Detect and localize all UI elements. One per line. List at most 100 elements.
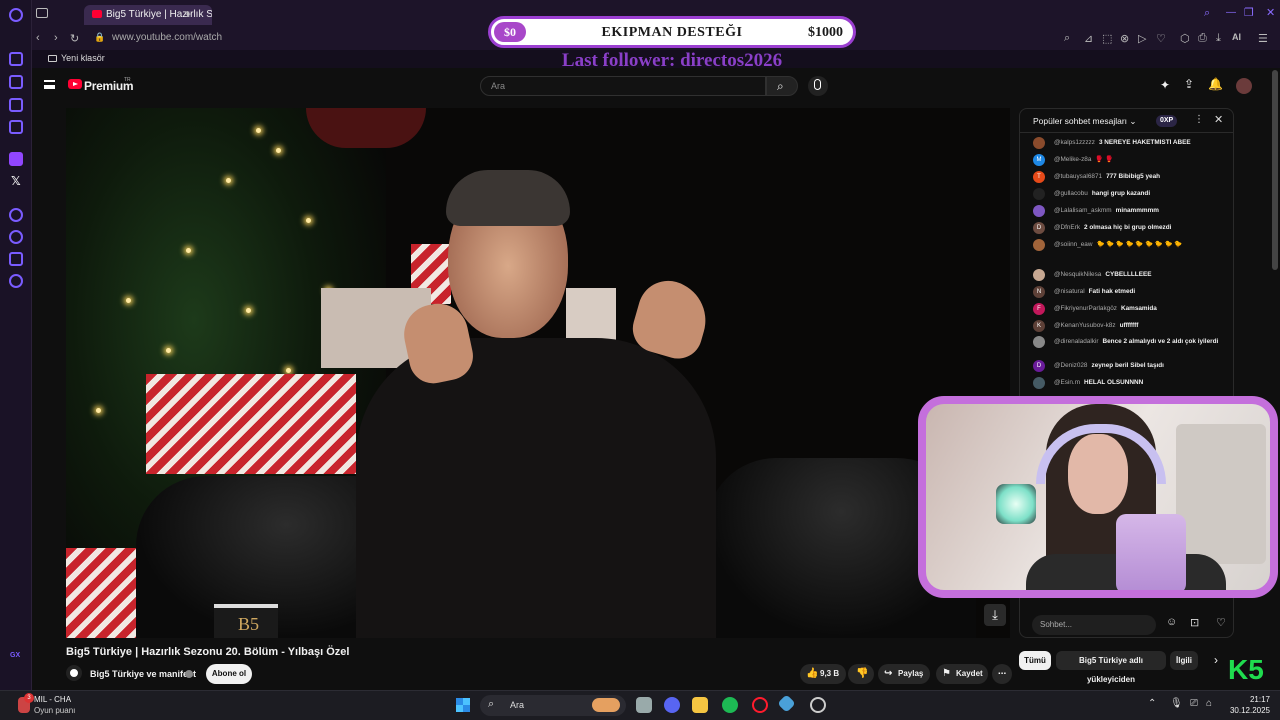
wallet-icon[interactable]: ⎙ xyxy=(1198,32,1207,45)
heart-icon[interactable]: ♡ xyxy=(1156,32,1166,45)
video-download-icon[interactable]: ⤓ xyxy=(984,604,1006,626)
share-button[interactable]: ↪ Paylaş xyxy=(878,664,930,684)
chat-username[interactable]: @kalps1zzzzz xyxy=(1054,139,1095,146)
easy-setup-icon[interactable]: ☰ xyxy=(1258,32,1268,45)
chat-avatar[interactable]: M xyxy=(1033,154,1045,166)
chat-username[interactable]: @tubauysal6871 xyxy=(1054,173,1102,180)
chat-username[interactable]: @NesquikNilesa xyxy=(1054,271,1101,278)
tab-menu-icon[interactable] xyxy=(36,8,48,18)
download-icon[interactable]: ⤓ xyxy=(1216,32,1221,45)
play-icon[interactable]: ▷ xyxy=(1138,32,1146,45)
chat-username[interactable]: @Deniz028 xyxy=(1054,362,1088,369)
chat-avatar[interactable]: D xyxy=(1033,360,1045,372)
chat-username[interactable]: @Esin.m xyxy=(1054,379,1080,386)
page-scrollbar[interactable] xyxy=(1272,70,1278,270)
close-window-button[interactable]: ✕ xyxy=(1266,6,1275,19)
spotify-icon[interactable] xyxy=(722,697,738,713)
chat-avatar[interactable] xyxy=(1033,377,1045,389)
cast-icon[interactable]: ✦ xyxy=(1160,78,1170,92)
hamburger-menu-icon[interactable] xyxy=(44,80,55,89)
chip-related[interactable]: İlgili xyxy=(1170,651,1198,670)
chat-more-icon[interactable]: ⋮ xyxy=(1194,114,1204,125)
chat-username[interactable]: @KenanYusubov-k8z xyxy=(1054,322,1116,329)
chat-avatar[interactable]: K xyxy=(1033,320,1045,332)
xp-badge[interactable]: 0XP xyxy=(1156,115,1178,127)
pin-icon[interactable]: ⊿ xyxy=(1084,32,1093,45)
url-field[interactable]: www.youtube.com/watch xyxy=(112,32,222,43)
aria-icon[interactable] xyxy=(9,52,23,66)
chevron-right-icon[interactable]: › xyxy=(1214,653,1218,667)
minimize-button[interactable]: — xyxy=(1226,7,1236,18)
super-chat-icon[interactable]: ⊡ xyxy=(1190,616,1199,629)
search-tabs-icon[interactable]: ⌕ xyxy=(1204,7,1210,20)
upload-icon[interactable]: ⇪ xyxy=(1184,77,1194,91)
youtube-logo-icon[interactable] xyxy=(68,79,82,89)
like-button[interactable]: 👍 9,3 B xyxy=(800,664,846,684)
notifications-icon[interactable]: 🔔 xyxy=(1208,77,1223,91)
search-button[interactable]: ⌕ xyxy=(766,76,798,96)
app-icon[interactable] xyxy=(777,694,796,713)
sports-widget-icon[interactable]: 3 xyxy=(18,693,34,713)
new-tab-button[interactable]: + xyxy=(184,7,191,21)
tab-active[interactable]: Big5 Türkiye | Hazırlık S xyxy=(84,5,212,25)
chip-uploader[interactable]: Big5 Türkiye adlı yükleyiciden xyxy=(1056,651,1166,684)
maximize-button[interactable]: ❐ xyxy=(1244,6,1254,19)
chat-avatar[interactable] xyxy=(1033,205,1045,217)
chat-avatar[interactable]: T xyxy=(1033,171,1045,183)
bookmark-folder[interactable]: Yeni klasör xyxy=(61,53,105,63)
mic-tray-icon[interactable]: 🎙 xyxy=(1170,698,1183,709)
screenshot-icon[interactable]: ⬚ xyxy=(1102,32,1112,45)
adblock-icon[interactable]: ⊗ xyxy=(1120,32,1129,45)
chip-all[interactable]: Tümü xyxy=(1019,651,1051,670)
shopping-icon[interactable] xyxy=(9,75,23,89)
extensions-icon[interactable] xyxy=(9,252,23,266)
save-button[interactable]: ⚑ Kaydet xyxy=(936,664,988,684)
chat-username[interactable]: @gullacobu xyxy=(1054,190,1088,197)
chat-username[interactable]: @direnaladalkir xyxy=(1054,338,1099,345)
search-input[interactable]: Ara xyxy=(480,76,766,96)
chat-avatar[interactable] xyxy=(1033,137,1045,149)
task-view-icon[interactable] xyxy=(636,697,652,713)
chat-avatar[interactable] xyxy=(1033,188,1045,200)
account-avatar[interactable] xyxy=(1236,78,1252,94)
video-player[interactable]: B5 ⤓ xyxy=(66,108,1010,638)
opera-icon[interactable] xyxy=(9,8,23,22)
history-icon[interactable] xyxy=(9,230,23,244)
discord-icon[interactable] xyxy=(664,697,680,713)
channel-name[interactable]: Big5 Türkiye ve manifest xyxy=(90,669,196,679)
heart-reaction-icon[interactable]: ♡ xyxy=(1216,616,1226,629)
windows-start-icon[interactable] xyxy=(456,698,470,712)
more-actions-button[interactable]: ⋯ xyxy=(992,664,1012,684)
opera-gx-icon[interactable] xyxy=(752,697,768,713)
twitch-icon[interactable] xyxy=(9,152,23,166)
voice-search-button[interactable] xyxy=(808,76,828,96)
zoom-icon[interactable]: ⌕ xyxy=(1064,32,1070,45)
player-icon[interactable] xyxy=(9,208,23,222)
dislike-button[interactable]: 👎 xyxy=(848,664,874,684)
tray-chevron-icon[interactable]: ⌃ xyxy=(1148,698,1156,709)
chat-username[interactable]: @DfnErk xyxy=(1054,224,1080,231)
messenger-icon[interactable] xyxy=(9,120,23,134)
chat-username[interactable]: @soiinn_eaw xyxy=(1054,241,1092,248)
chat-username[interactable]: @Lalalisam_askmm xyxy=(1054,207,1112,214)
chat-avatar[interactable] xyxy=(1033,239,1045,251)
chat-avatar[interactable]: N xyxy=(1033,286,1045,298)
reload-icon[interactable]: ↻ xyxy=(70,32,79,45)
chat-close-icon[interactable]: ✕ xyxy=(1214,113,1223,126)
file-explorer-icon[interactable] xyxy=(692,697,708,713)
chat-avatar[interactable]: D xyxy=(1033,222,1045,234)
widget-title[interactable]: MIL - CHA xyxy=(34,695,71,704)
chat-input[interactable]: Sohbet... xyxy=(1032,615,1156,635)
taskbar-search[interactable]: ⌕ Ara xyxy=(480,695,626,716)
chat-username[interactable]: @Melike-z8a xyxy=(1054,156,1091,163)
back-icon[interactable]: ‹ xyxy=(36,32,40,44)
x-icon[interactable]: 𝕏 xyxy=(11,174,21,188)
chat-avatar[interactable] xyxy=(1033,269,1045,281)
display-icon[interactable]: ⎚ xyxy=(1190,698,1198,709)
network-icon[interactable]: ⌂ xyxy=(1206,698,1212,709)
forward-icon[interactable]: › xyxy=(54,32,58,44)
emoji-icon[interactable]: ☺ xyxy=(1166,616,1177,628)
ai-button[interactable]: AI xyxy=(1232,32,1241,42)
settings-icon[interactable] xyxy=(9,274,23,288)
chat-username[interactable]: @nisatural xyxy=(1054,288,1085,295)
